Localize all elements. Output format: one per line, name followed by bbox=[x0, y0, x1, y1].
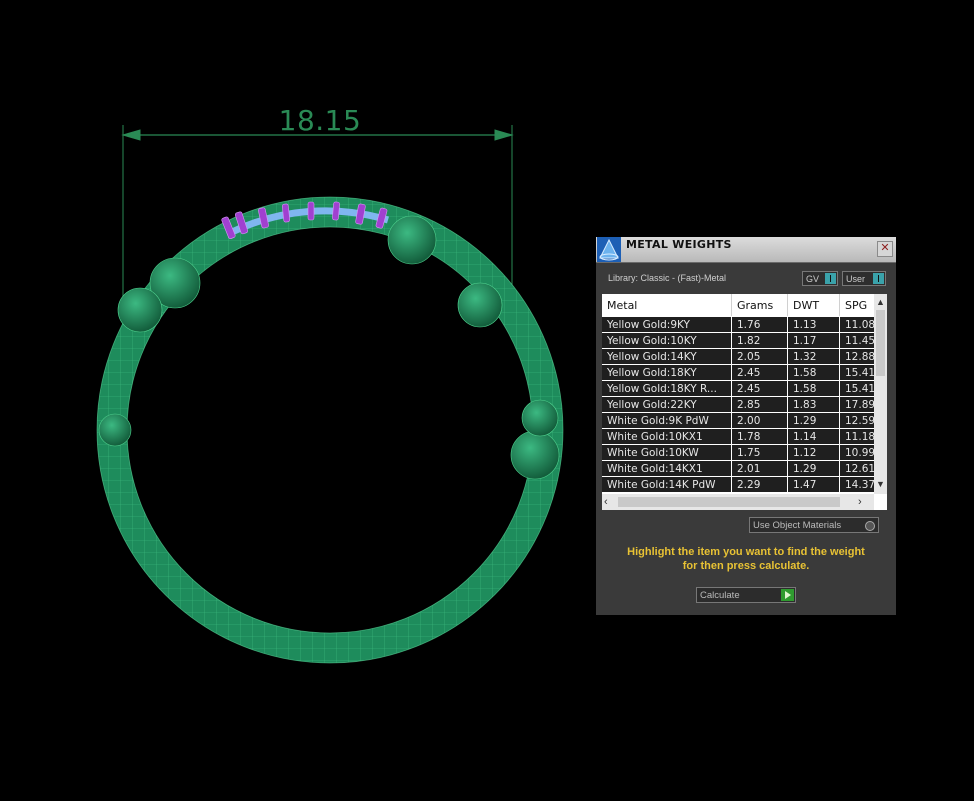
gv-dropdown-value: GV bbox=[806, 274, 820, 284]
table-cell: 1.29 bbox=[788, 413, 839, 428]
dropdown-arrow-icon bbox=[873, 273, 884, 284]
table-cell: 1.29 bbox=[788, 461, 839, 476]
panel-titlebar[interactable]: METAL WEIGHTS ✕ bbox=[596, 237, 896, 263]
table-cell: 2.01 bbox=[732, 461, 787, 476]
table-cell: 12.61 bbox=[840, 461, 874, 476]
scroll-thumb[interactable] bbox=[618, 497, 840, 507]
instruction-line-1: Highlight the item you want to find the … bbox=[627, 546, 865, 558]
table-cell: Yellow Gold:18KY bbox=[602, 365, 731, 380]
table-row[interactable]: White Gold:14K PdW 2.29 1.47 14.37 bbox=[602, 477, 874, 493]
table-cell: Yellow Gold:22KY bbox=[602, 397, 731, 412]
table-cell: 17.89 bbox=[840, 397, 874, 412]
scroll-down-icon[interactable]: ▼ bbox=[874, 478, 887, 490]
table-cell: 1.17 bbox=[788, 333, 839, 348]
table-cell: 15.41 bbox=[840, 381, 874, 396]
table-cell: 1.76 bbox=[732, 317, 787, 332]
user-dropdown-value: User bbox=[846, 274, 866, 284]
user-dropdown[interactable]: User bbox=[842, 271, 886, 286]
table-cell: 1.47 bbox=[788, 477, 839, 492]
column-header-grams[interactable]: Grams bbox=[732, 294, 788, 316]
calculate-button[interactable]: Calculate bbox=[696, 587, 796, 603]
table-cell: White Gold:10KX1 bbox=[602, 429, 731, 444]
calculate-label: Calculate bbox=[700, 590, 740, 601]
table-cell: 2.45 bbox=[732, 381, 787, 396]
table-cell: 2.29 bbox=[732, 477, 787, 492]
dropdown-arrow-icon bbox=[825, 273, 836, 284]
table-row[interactable]: Yellow Gold:18KY R... 2.45 1.58 15.41 bbox=[602, 381, 874, 397]
table-cell: Yellow Gold:18KY R... bbox=[602, 381, 731, 396]
table-cell: 11.45 bbox=[840, 333, 874, 348]
table-cell: 1.14 bbox=[788, 429, 839, 444]
table-cell: White Gold:14K PdW bbox=[602, 477, 731, 492]
table-row[interactable]: White Gold:10KX1 1.78 1.14 11.18 bbox=[602, 429, 874, 445]
table-cell: 11.18 bbox=[840, 429, 874, 444]
table-header: Metal Grams DWT SPG bbox=[602, 294, 874, 316]
scroll-right-icon[interactable]: › bbox=[858, 495, 870, 509]
dimension-label: 18.15 bbox=[278, 104, 362, 137]
table-cell: 11.08 bbox=[840, 317, 874, 332]
table-row[interactable]: Yellow Gold:10KY 1.82 1.17 11.45 bbox=[602, 333, 874, 349]
instruction-text: Highlight the item you want to find the … bbox=[606, 545, 886, 573]
vertical-scrollbar[interactable]: ▲ ▼ bbox=[874, 294, 887, 494]
app-logo-icon bbox=[597, 237, 621, 262]
table-row[interactable]: Yellow Gold:9KY 1.76 1.13 11.08 bbox=[602, 317, 874, 333]
radio-icon bbox=[865, 521, 875, 531]
table-cell: White Gold:14KX1 bbox=[602, 461, 731, 476]
table-cell: 2.85 bbox=[732, 397, 787, 412]
table-row[interactable]: White Gold:10KW 1.75 1.12 10.99 bbox=[602, 445, 874, 461]
metal-weights-panel: METAL WEIGHTS ✕ Library: Classic - (Fast… bbox=[596, 237, 896, 615]
panel-title: METAL WEIGHTS bbox=[626, 238, 732, 251]
table-cell: 1.32 bbox=[788, 349, 839, 364]
table-row[interactable]: White Gold:14KX1 2.01 1.29 12.61 bbox=[602, 461, 874, 477]
use-object-materials-toggle[interactable]: Use Object Materials bbox=[749, 517, 879, 533]
table-cell: 2.05 bbox=[732, 349, 787, 364]
instruction-line-2: for then press calculate. bbox=[682, 560, 810, 572]
table-cell: 14.37 bbox=[840, 477, 874, 492]
table-row[interactable]: Yellow Gold:14KY 2.05 1.32 12.88 bbox=[602, 349, 874, 365]
column-header-metal[interactable]: Metal bbox=[602, 294, 732, 316]
table-cell: Yellow Gold:10KY bbox=[602, 333, 731, 348]
table-cell: 1.58 bbox=[788, 365, 839, 380]
play-arrow-icon bbox=[781, 589, 794, 601]
table-cell: 15.41 bbox=[840, 365, 874, 380]
table-body: Yellow Gold:9KY 1.76 1.13 11.08 Yellow Gold:… bbox=[602, 317, 874, 493]
horizontal-scrollbar[interactable]: ‹ › bbox=[602, 494, 874, 510]
scroll-left-icon[interactable]: ‹ bbox=[604, 495, 616, 509]
column-header-dwt[interactable]: DWT bbox=[788, 294, 840, 316]
table-row[interactable]: White Gold:9K PdW 2.00 1.29 12.59 bbox=[602, 413, 874, 429]
table-cell: White Gold:9K PdW bbox=[602, 413, 731, 428]
table-cell: 2.45 bbox=[732, 365, 787, 380]
table-row[interactable]: Yellow Gold:22KY 2.85 1.83 17.89 bbox=[602, 397, 874, 413]
scroll-up-icon[interactable]: ▲ bbox=[874, 296, 887, 308]
table-cell: 2.00 bbox=[732, 413, 787, 428]
gv-dropdown[interactable]: GV bbox=[802, 271, 838, 286]
table-cell: 1.75 bbox=[732, 445, 787, 460]
table-row[interactable]: Yellow Gold:18KY 2.45 1.58 15.41 bbox=[602, 365, 874, 381]
table-cell: 1.82 bbox=[732, 333, 787, 348]
use-object-materials-label: Use Object Materials bbox=[753, 520, 842, 531]
table-cell: 1.78 bbox=[732, 429, 787, 444]
column-header-spg[interactable]: SPG bbox=[840, 294, 874, 316]
close-button[interactable]: ✕ bbox=[877, 241, 893, 257]
table-cell: White Gold:10KW bbox=[602, 445, 731, 460]
metal-table: Metal Grams DWT SPG Yellow Gold:9KY 1.76 1… bbox=[602, 294, 887, 510]
table-cell: Yellow Gold:14KY bbox=[602, 349, 731, 364]
library-label: Library: Classic - (Fast)-Metal bbox=[608, 273, 727, 283]
table-cell: 12.88 bbox=[840, 349, 874, 364]
table-cell: 1.12 bbox=[788, 445, 839, 460]
table-cell: 1.58 bbox=[788, 381, 839, 396]
scroll-thumb[interactable] bbox=[876, 310, 885, 376]
table-cell: 1.83 bbox=[788, 397, 839, 412]
table-cell: 10.99 bbox=[840, 445, 874, 460]
table-cell: 1.13 bbox=[788, 317, 839, 332]
table-cell: Yellow Gold:9KY bbox=[602, 317, 731, 332]
table-cell: 12.59 bbox=[840, 413, 874, 428]
